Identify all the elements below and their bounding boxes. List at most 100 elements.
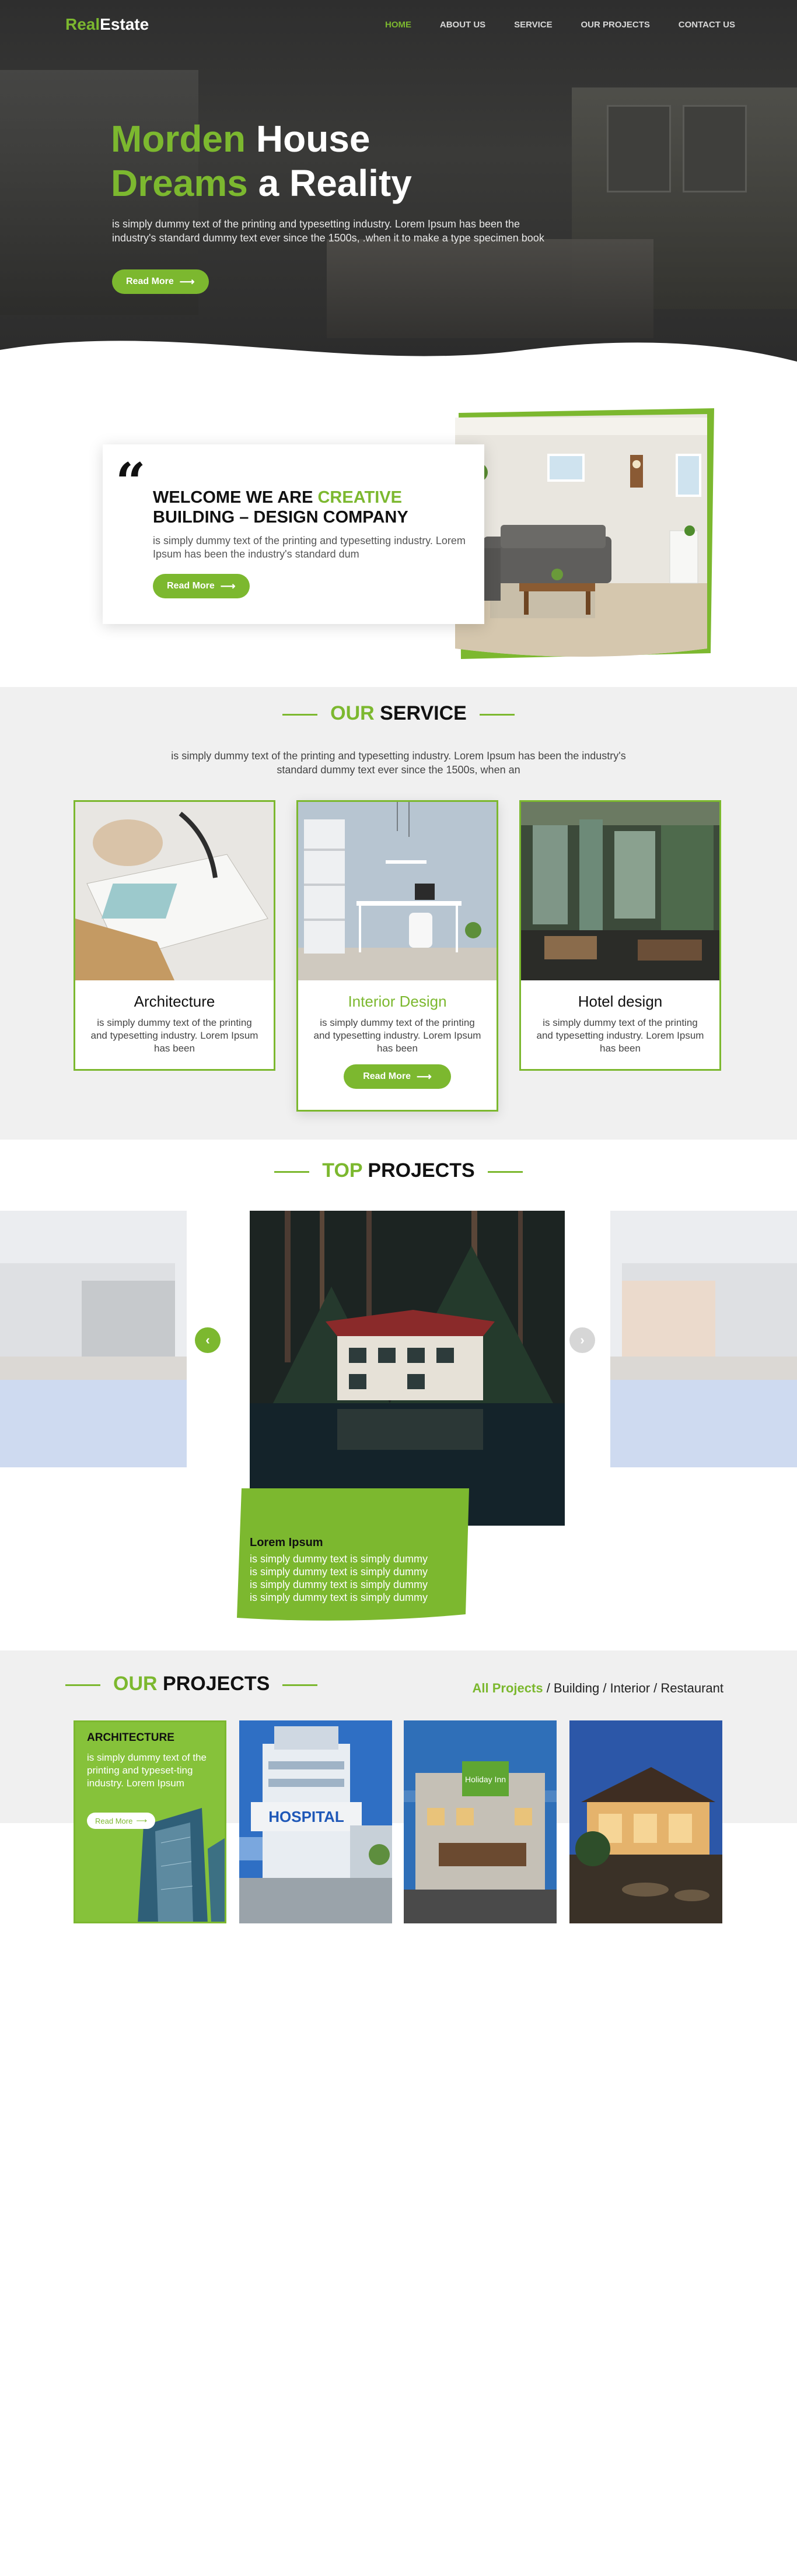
brand-logo-part1: Real: [65, 15, 100, 33]
top-projects-heading-bold: PROJECTS: [368, 1159, 475, 1182]
nav-about-us[interactable]: ABOUT US: [440, 20, 485, 30]
nav-home[interactable]: HOME: [385, 20, 411, 30]
welcome-title: WELCOME WE ARE CREATIVE BUILDING – DESIG…: [153, 488, 408, 527]
service-heading: OUR SERVICE: [0, 702, 797, 725]
living-room-image: [455, 408, 714, 659]
service-description: is simply dummy text of the printing and…: [171, 750, 626, 776]
main-nav: HOME ABOUT US SERVICE OUR PROJECTS CONTA…: [385, 20, 735, 30]
restaurant-image: [569, 1720, 722, 1923]
nav-our-projects[interactable]: OUR PROJECTS: [581, 20, 650, 30]
architecture-image: [75, 802, 274, 980]
service-section: OUR SERVICE is simply dummy text of the …: [0, 687, 797, 1140]
slide-next-image[interactable]: [610, 1211, 797, 1467]
hotel-building-image: Holiday Inn: [404, 1720, 557, 1923]
top-projects-heading-green: TOP: [322, 1159, 362, 1182]
project-filters: All Projects / Building / Interior / Res…: [472, 1681, 723, 1695]
hospital-sign: HOSPITAL: [268, 1808, 344, 1825]
project-card-architecture[interactable]: ARCHITECTURE is simply dummy text of the…: [74, 1720, 226, 1923]
filter-all-projects[interactable]: All Projects: [473, 1681, 543, 1695]
filter-restaurant[interactable]: Restaurant: [660, 1681, 723, 1695]
service-card-description: is simply dummy text of the printing and…: [313, 1017, 481, 1054]
hero-description: is simply dummy text of the printing and…: [112, 218, 544, 244]
project-card-hotel[interactable]: Holiday Inn: [404, 1720, 557, 1923]
our-projects-heading-green: OUR: [113, 1673, 158, 1695]
caption-line: is simply dummy text is simply dummy: [250, 1553, 428, 1565]
welcome-card: “ WELCOME WE ARE CREATIVE BUILDING – DES…: [103, 444, 484, 624]
hero-wave-divider: [0, 341, 797, 385]
slider-next-button[interactable]: ›: [569, 1327, 595, 1353]
arrow-right-icon: ⟶: [416, 1070, 432, 1082]
arrow-right-icon: ⟶: [179, 275, 195, 288]
service-card-title: Hotel design: [578, 993, 663, 1010]
nav-service[interactable]: SERVICE: [514, 20, 553, 30]
hero-title-white-1: House: [246, 118, 370, 160]
top-project-caption-card: Lorem Ipsum is simply dummy text is simp…: [233, 1488, 469, 1622]
service-read-more-label: Read More: [363, 1071, 411, 1081]
chevron-left-icon: ‹: [205, 1333, 210, 1347]
slider-prev-button[interactable]: ‹: [195, 1327, 221, 1353]
hero-window: [683, 105, 747, 192]
welcome-title-part2: WE ARE: [246, 488, 318, 507]
chevron-right-icon: ›: [580, 1333, 585, 1347]
service-card-interior-design[interactable]: Interior Design is simply dummy text of …: [296, 800, 498, 1112]
service-heading-bold: SERVICE: [380, 702, 467, 724]
caption-line: is simply dummy text is simply dummy: [250, 1566, 428, 1578]
arrow-right-icon: ⟶: [220, 580, 236, 592]
top-project-caption-text: is simply dummy text is simply dummy is …: [250, 1552, 471, 1604]
heading-line-right: [487, 1170, 523, 1173]
filter-interior[interactable]: Interior: [610, 1681, 650, 1695]
hotel-sign: Holiday Inn: [465, 1775, 506, 1784]
our-projects-heading: OUR PROJECTS: [65, 1673, 330, 1695]
nav-contact-us[interactable]: CONTACT US: [679, 20, 735, 30]
filter-building[interactable]: Building: [554, 1681, 599, 1695]
welcome-read-more-label: Read More: [167, 581, 215, 591]
brand-logo[interactable]: RealEstate: [65, 15, 149, 34]
project-read-more-label: Read More: [95, 1816, 133, 1825]
heading-line-right: [282, 1684, 318, 1686]
service-card-title: Architecture: [134, 993, 215, 1010]
service-card-architecture[interactable]: Architecture is simply dummy text of the…: [74, 800, 275, 1071]
hero-title-green-1: Morden: [111, 118, 246, 160]
hero-section: RealEstate HOME ABOUT US SERVICE OUR PRO…: [0, 0, 797, 385]
hero-sofa: [327, 239, 653, 338]
heading-line-left: [65, 1684, 100, 1686]
quote-icon: “: [116, 451, 146, 513]
top-project-caption-title: Lorem Ipsum: [250, 1536, 323, 1549]
hotel-design-image: [521, 802, 719, 980]
our-projects-heading-bold: PROJECTS: [163, 1673, 270, 1695]
welcome-title-part3: CREATIVE: [317, 488, 402, 507]
hero-window: [607, 105, 671, 192]
slide-current-image[interactable]: [250, 1211, 565, 1526]
top-projects-heading: TOP PROJECTS: [0, 1159, 797, 1182]
heading-line-left: [274, 1170, 310, 1173]
welcome-title-part1: WELCOME: [153, 488, 246, 507]
caption-line: is simply dummy text is simply dummy: [250, 1579, 428, 1590]
project-card-hospital[interactable]: HOSPITAL: [239, 1720, 392, 1923]
welcome-description: is simply dummy text of the printing and…: [153, 535, 466, 560]
hero-read-more-label: Read More: [126, 276, 174, 286]
arrow-right-icon: ⟶: [136, 1816, 147, 1825]
welcome-title-part4: BUILDING – DESIGN COMPANY: [153, 508, 408, 527]
service-card-description: is simply dummy text of the printing and…: [90, 1017, 258, 1054]
interior-design-image: [298, 802, 497, 980]
heading-line-right: [479, 713, 515, 716]
project-card-title: ARCHITECTURE: [87, 1732, 174, 1744]
project-card-description: is simply dummy text of the printing and…: [87, 1752, 207, 1789]
hero-read-more-button[interactable]: Read More ⟶: [112, 269, 209, 294]
heading-line-left: [282, 713, 318, 716]
service-card-title: Interior Design: [348, 993, 447, 1010]
project-read-more-button[interactable]: Read More ⟶: [87, 1813, 155, 1829]
hero-title-white-2: a Reality: [247, 162, 412, 204]
brand-logo-part2: Estate: [100, 15, 149, 33]
hero-title: Morden House Dreams a Reality: [111, 117, 412, 205]
hero-title-green-2: Dreams: [111, 162, 248, 204]
service-card-hotel-design[interactable]: Hotel design is simply dummy text of the…: [519, 800, 721, 1071]
service-card-description: is simply dummy text of the printing and…: [536, 1017, 704, 1054]
hospital-building-image: HOSPITAL: [239, 1720, 392, 1923]
project-card-restaurant[interactable]: [569, 1720, 722, 1923]
service-heading-green: OUR: [330, 702, 375, 724]
caption-line: is simply dummy text is simply dummy: [250, 1592, 428, 1603]
slide-prev-image[interactable]: [0, 1211, 187, 1467]
welcome-read-more-button[interactable]: Read More ⟶: [153, 574, 250, 598]
service-read-more-button[interactable]: Read More ⟶: [344, 1064, 451, 1089]
